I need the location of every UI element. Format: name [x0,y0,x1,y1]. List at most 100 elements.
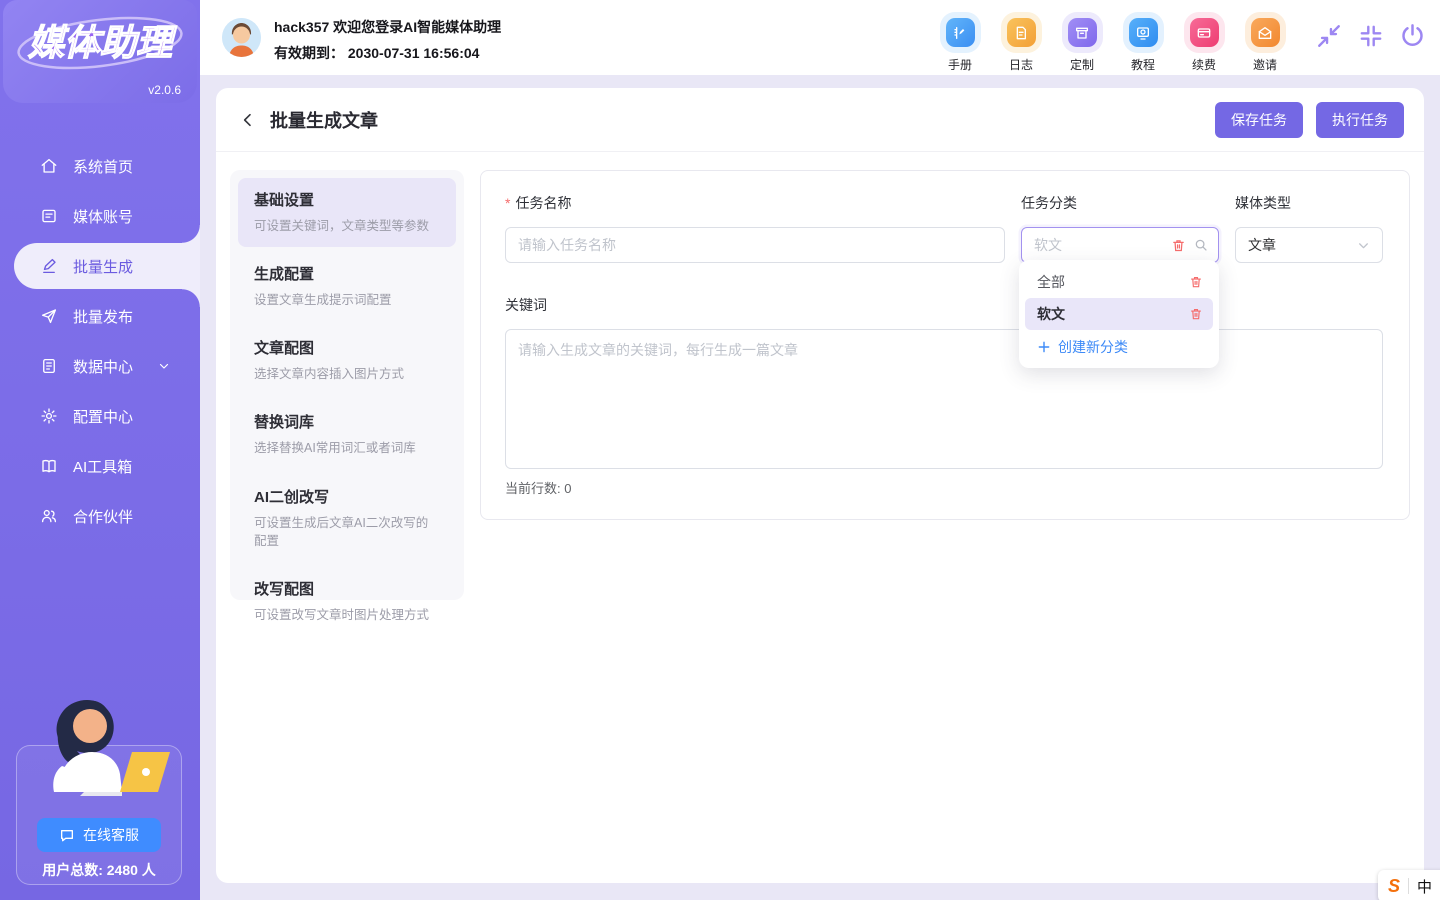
tab-desc: 可设置生成后文章AI二次改写的配置 [254,514,440,550]
power-icon [1399,22,1426,49]
sidebar-item-label: 批量生成 [73,256,133,277]
search-icon [1194,238,1208,252]
sidebar: 媒体助理 v2.0.6 系统首页 媒体账号 批量生成 批量发布 数据中心 配置中… [0,0,200,900]
expiry-text: 有效期到： 2030-07-31 16:56:04 [274,43,501,63]
task-category-combobox[interactable] [1021,227,1219,263]
task-name-label: *任务名称 [505,193,1005,213]
ime-divider [1408,878,1409,894]
option-label: 全部 [1037,272,1065,292]
tab-rewrite-image[interactable]: 改写配图 可设置改写文章时图片处理方式 [238,567,456,636]
sidebar-item-batch-publish[interactable]: 批量发布 [0,291,200,341]
window-controls [1315,22,1426,49]
sidebar-item-ai-toolbox[interactable]: AI工具箱 [0,441,200,491]
media-type-select[interactable]: 文章 [1235,227,1383,263]
basic-settings-form: *任务名称 任务分类 媒体类型 文章 关键词 [480,170,1410,520]
exit-fullscreen-button[interactable] [1357,22,1384,49]
tab-desc: 选择替换AI常用词汇或者词库 [254,439,440,457]
chevron-left-icon [240,112,256,128]
tab-replace-lexicon[interactable]: 替换词库 选择替换AI常用词汇或者词库 [238,400,456,469]
tab-basic-settings[interactable]: 基础设置 可设置关键词，文章类型等参数 [238,178,456,247]
quick-action-invite[interactable]: 邀请 [1248,12,1282,73]
user-info: hack357 欢迎您登录AI智能媒体助理 有效期到： 2030-07-31 1… [274,17,501,63]
create-category-button[interactable]: 创建新分类 [1025,330,1213,364]
welcome-text: hack357 欢迎您登录AI智能媒体助理 [274,17,501,37]
chevron-down-icon [158,360,170,372]
ai-toolbox-icon [40,457,58,475]
sidebar-item-label: 媒体账号 [73,206,133,227]
sidebar-item-label: 配置中心 [73,406,133,427]
sidebar-item-label: 系统首页 [73,156,133,177]
batch-generate-icon [40,257,58,275]
tab-title: 生成配置 [254,263,440,284]
chevron-down-icon [1357,239,1370,252]
clear-trash-icon[interactable] [1171,238,1186,253]
sidebar-item-config-center[interactable]: 配置中心 [0,391,200,441]
tab-title: 改写配图 [254,578,440,599]
quick-action-manual[interactable]: 手册 [943,12,977,73]
quick-action-label: 邀请 [1253,56,1277,73]
back-button[interactable] [236,108,260,132]
quick-action-renew[interactable]: 续费 [1187,12,1221,73]
delete-option-icon[interactable] [1189,275,1203,289]
ime-language: 中 [1417,876,1432,897]
settings-tabs: 基础设置 可设置关键词，文章类型等参数 生成配置 设置文章生成提示词配置 文章配… [230,170,464,600]
logo-text: 媒体助理 [28,22,177,63]
sogou-logo-icon: S [1388,876,1400,897]
power-button[interactable] [1399,22,1426,49]
arrows-in-icon [1316,23,1342,49]
save-task-button[interactable]: 保存任务 [1215,102,1303,138]
sidebar-item-data-center[interactable]: 数据中心 [0,341,200,391]
tab-desc: 可设置关键词，文章类型等参数 [254,217,440,235]
tab-ai-rewrite[interactable]: AI二创改写 可设置生成后文章AI二次改写的配置 [238,475,456,562]
ime-indicator[interactable]: S 中 [1378,870,1440,900]
avatar-icon [222,18,261,57]
online-service-button[interactable]: 在线客服 [37,818,161,852]
custom-icon [1074,25,1090,41]
media-type-value: 文章 [1248,235,1276,255]
create-category-label: 创建新分类 [1058,337,1128,357]
customer-service-widget: 在线客服 用户总数: 2480 人 [16,745,182,885]
quick-action-custom[interactable]: 定制 [1065,12,1099,73]
delete-option-icon[interactable] [1189,307,1203,321]
home-icon [40,157,58,175]
collapse-window-button[interactable] [1315,22,1342,49]
sidebar-item-batch-generate[interactable]: 批量生成 [14,243,200,289]
dropdown-option-softarticle[interactable]: 软文 [1025,298,1213,330]
media-type-label: 媒体类型 [1235,193,1383,213]
app-logo: 媒体助理 v2.0.6 [3,0,197,103]
keywords-textarea[interactable] [505,329,1383,469]
chat-icon [59,827,75,843]
sidebar-item-label: AI工具箱 [73,456,132,477]
batch-publish-icon [40,307,58,325]
sidebar-item-label: 数据中心 [73,356,133,377]
tab-article-image[interactable]: 文章配图 选择文章内容插入图片方式 [238,326,456,395]
tab-title: 文章配图 [254,337,440,358]
tutorial-icon [1135,25,1151,41]
task-category-input[interactable] [1034,237,1163,253]
customer-service-illustration [24,688,174,816]
compress-icon [1358,23,1384,49]
online-service-label: 在线客服 [83,825,139,845]
dropdown-option-all[interactable]: 全部 [1025,266,1213,298]
data-center-icon [40,357,58,375]
sidebar-item-label: 合作伙伴 [73,506,133,527]
sidebar-item-home[interactable]: 系统首页 [0,141,200,191]
sidebar-item-partner[interactable]: 合作伙伴 [0,491,200,541]
task-category-dropdown: 全部 软文 创建新分类 [1019,260,1219,368]
sidebar-item-media-account[interactable]: 媒体账号 [0,191,200,241]
task-name-input[interactable] [505,227,1005,263]
task-category-label: 任务分类 [1021,193,1219,213]
quick-action-log[interactable]: 日志 [1004,12,1038,73]
avatar[interactable] [222,18,261,57]
tab-title: AI二创改写 [254,486,440,507]
quick-action-tutorial[interactable]: 教程 [1126,12,1160,73]
run-task-button[interactable]: 执行任务 [1316,102,1404,138]
tab-generate-config[interactable]: 生成配置 设置文章生成提示词配置 [238,252,456,321]
plus-icon [1037,340,1051,354]
tab-title: 基础设置 [254,189,440,210]
invite-icon [1257,25,1273,41]
log-icon [1013,25,1029,41]
manual-icon [952,25,968,41]
top-header: hack357 欢迎您登录AI智能媒体助理 有效期到： 2030-07-31 1… [200,0,1440,75]
line-count: 当前行数: 0 [505,478,1385,497]
